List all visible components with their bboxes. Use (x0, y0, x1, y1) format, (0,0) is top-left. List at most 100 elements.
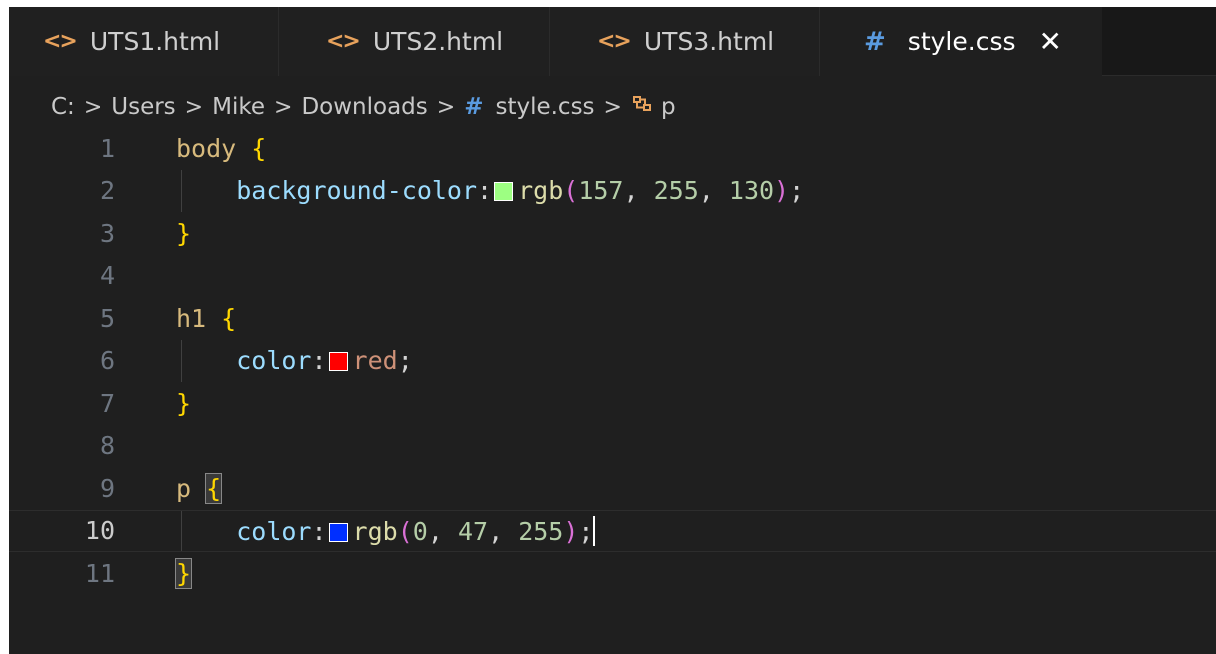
code-line: 11 } (9, 552, 1216, 595)
css-hash-icon: # (464, 94, 484, 120)
number: 47 (457, 516, 489, 546)
selector: body (176, 133, 237, 163)
close-icon[interactable]: ✕ (1039, 25, 1062, 58)
chevron-right-icon: > (184, 94, 204, 120)
code-line: 8 (9, 425, 1216, 468)
paren: ( (563, 176, 579, 206)
paren: ) (563, 516, 579, 546)
tab-uts1-html[interactable]: <> UTS1.html (9, 7, 279, 76)
tab-label: UTS1.html (89, 27, 221, 56)
comma: , (488, 516, 504, 546)
line-number: 4 (99, 261, 115, 291)
colon: : (311, 516, 327, 546)
brace: { (221, 303, 237, 333)
breadcrumb-symbol[interactable]: p (661, 94, 676, 120)
property: color (236, 516, 312, 546)
tab-uts2-html[interactable]: <> UTS2.html (279, 7, 550, 76)
number: 130 (728, 176, 775, 206)
brace: } (176, 388, 192, 418)
line-content: body { (176, 134, 266, 163)
property: color (236, 346, 312, 376)
number: 255 (653, 176, 699, 206)
tab-label: UTS3.html (643, 27, 775, 56)
line-number: 5 (99, 303, 115, 333)
code-area[interactable]: 1 body { 2 background-color: rgb(157, 255… (9, 127, 1216, 595)
code-line: 3 } (9, 212, 1216, 255)
line-number: 10 (84, 516, 115, 546)
code-line-current: 10 color: rgb(0, 47, 255); (9, 509, 1216, 552)
code-line: 4 (9, 255, 1216, 298)
line-number: 7 (99, 388, 115, 418)
selector: p (176, 473, 192, 503)
symbol-class-icon (631, 93, 653, 121)
line-number: 11 (84, 558, 115, 588)
tab-label: style.css (907, 27, 1016, 56)
code-editor: <> UTS1.html <> UTS2.html <> UTS3.html #… (9, 7, 1216, 654)
line-number: 3 (99, 218, 115, 248)
brace: { (251, 133, 267, 163)
line-content: } (176, 219, 191, 248)
semicolon: ; (397, 346, 413, 376)
code-line: 6 color: red; (9, 340, 1216, 383)
paren: ( (397, 516, 413, 546)
line-content: color: rgb(0, 47, 255); (176, 515, 596, 546)
color-swatch-green[interactable] (494, 182, 514, 202)
semicolon: ; (789, 176, 805, 206)
number: 0 (412, 516, 428, 546)
line-number: 6 (99, 346, 115, 376)
code-line: 7 } (9, 382, 1216, 425)
line-number: 8 (99, 431, 115, 461)
html-file-icon: <> (597, 29, 632, 54)
brace-match: { (205, 472, 223, 504)
html-file-icon: <> (326, 29, 361, 54)
function: rgb (518, 176, 564, 206)
line-content: background-color: rgb(157, 255, 130); (176, 176, 804, 205)
brace-match: } (174, 557, 193, 589)
breadcrumb-mike[interactable]: Mike (212, 94, 265, 120)
colon: : (477, 176, 493, 206)
chevron-right-icon: > (436, 94, 456, 120)
line-content: } (174, 557, 193, 589)
color-swatch-red[interactable] (328, 352, 348, 372)
comma: , (698, 176, 714, 206)
breadcrumb-drive[interactable]: C: (51, 94, 75, 120)
line-number: 2 (99, 176, 115, 206)
tab-bar: <> UTS1.html <> UTS2.html <> UTS3.html #… (9, 7, 1216, 76)
paren: ) (774, 176, 790, 206)
value: red (352, 346, 398, 376)
breadcrumb-downloads[interactable]: Downloads (301, 94, 427, 120)
tab-style-css[interactable]: # style.css ✕ (820, 7, 1102, 76)
selector: h1 (176, 303, 207, 333)
breadcrumb-users[interactable]: Users (111, 94, 175, 120)
line-content: h1 { (176, 304, 236, 333)
breadcrumb-file[interactable]: style.css (495, 94, 594, 120)
line-content: p { (176, 472, 223, 504)
breadcrumb: C: > Users > Mike > Downloads > # style.… (51, 87, 676, 127)
comma: , (427, 516, 443, 546)
html-file-icon: <> (43, 29, 78, 54)
tab-label: UTS2.html (372, 27, 504, 56)
semicolon: ; (578, 516, 594, 546)
css-hash-icon: # (864, 26, 886, 57)
code-line: 2 background-color: rgb(157, 255, 130); (9, 170, 1216, 213)
brace: } (176, 218, 192, 248)
line-number: 9 (99, 473, 115, 503)
comma: , (623, 176, 639, 206)
line-content: } (176, 389, 191, 418)
color-swatch-blue[interactable] (328, 522, 348, 542)
property: background-color (236, 176, 478, 206)
line-content: color: red; (176, 346, 413, 375)
chevron-right-icon: > (603, 94, 622, 120)
code-line: 9 p { (9, 467, 1216, 510)
code-line: 5 h1 { (9, 297, 1216, 340)
chevron-right-icon: > (83, 94, 103, 120)
number: 157 (578, 176, 624, 206)
colon: : (311, 346, 327, 376)
line-number: 1 (99, 133, 115, 163)
number: 255 (518, 516, 564, 546)
tab-uts3-html[interactable]: <> UTS3.html (550, 7, 820, 76)
chevron-right-icon: > (274, 94, 293, 120)
tab-bar-filler (1102, 7, 1216, 76)
text-cursor (593, 515, 596, 546)
function: rgb (352, 516, 398, 546)
